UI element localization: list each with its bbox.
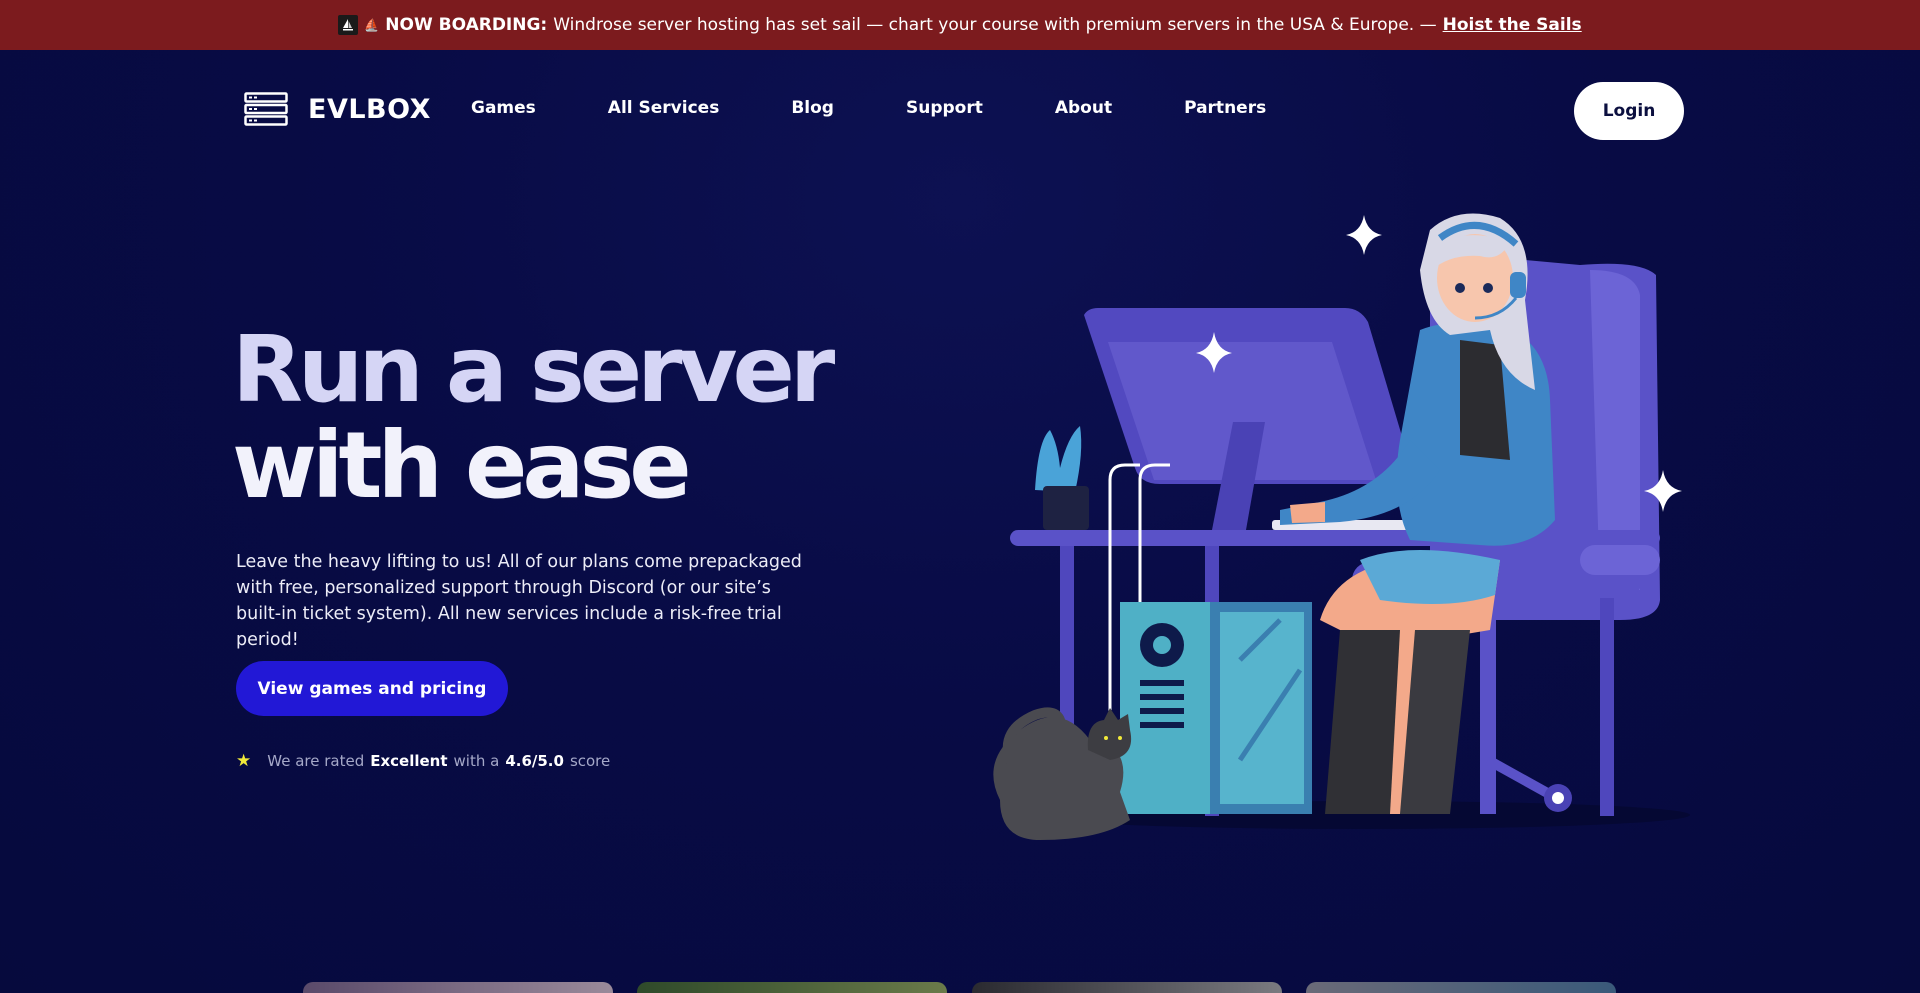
announcement-bar: ⛵ NOW BOARDING: Windrose server hosting … (0, 0, 1920, 50)
sailboat-icon (338, 15, 359, 35)
rating-prefix: We are rated (267, 752, 365, 770)
server-rack-icon (244, 92, 288, 126)
hero-title: Run a server with ease (232, 322, 852, 514)
rating-score: 4.6/5.0 (505, 752, 564, 770)
brand-logo[interactable]: EVLBOX (244, 92, 431, 126)
character-shorts (1360, 550, 1500, 604)
game-card-peek-3[interactable] (972, 982, 1282, 993)
game-card-peek-4[interactable] (1306, 982, 1616, 993)
star-icon: ★ (236, 751, 252, 771)
announcement-message: Windrose server hosting has set sail — c… (553, 15, 1437, 35)
announcement-prefix: NOW BOARDING: (385, 15, 548, 35)
nav-link-blog[interactable]: Blog (791, 98, 834, 118)
nav-link-about[interactable]: About (1055, 98, 1112, 118)
game-card-peek-1[interactable] (303, 982, 613, 993)
nav-link-support[interactable]: Support (906, 98, 983, 118)
main-nav: EVLBOX Games All Services Blog Support A… (0, 50, 1920, 170)
plant-pot (1043, 486, 1089, 530)
hero-illustration (993, 213, 1690, 840)
login-button[interactable]: Login (1574, 82, 1684, 140)
desk-top (1010, 530, 1660, 546)
plant-leaves (1035, 426, 1082, 492)
chair-armrest (1580, 545, 1660, 575)
game-card-peek-2[interactable] (637, 982, 947, 993)
rating-suffix: score (569, 752, 611, 770)
rating-grade: Excellent (370, 752, 448, 770)
hero-title-line-1: Run a server (232, 316, 835, 423)
nav-link-partners[interactable]: Partners (1184, 98, 1266, 118)
boat-glyph-icon: ⛵ (364, 18, 380, 32)
nav-link-games[interactable]: Games (471, 98, 536, 118)
hero-title-line-2: with ease (232, 412, 692, 519)
rating-line: ★ We are rated Excellent with a 4.6/5.0 … (236, 751, 610, 771)
nav-links: Games All Services Blog Support About Pa… (471, 98, 1266, 118)
rating-middle: with a (453, 752, 500, 770)
announcement-link[interactable]: Hoist the Sails (1443, 15, 1582, 35)
view-games-pricing-button[interactable]: View games and pricing (236, 661, 508, 716)
character-boots (1325, 630, 1400, 814)
hero-description: Leave the heavy lifting to us! All of ou… (236, 552, 802, 650)
nav-link-all-services[interactable]: All Services (608, 98, 720, 118)
sparkle-1 (1346, 215, 1382, 255)
brand-name: EVLBOX (308, 93, 431, 125)
